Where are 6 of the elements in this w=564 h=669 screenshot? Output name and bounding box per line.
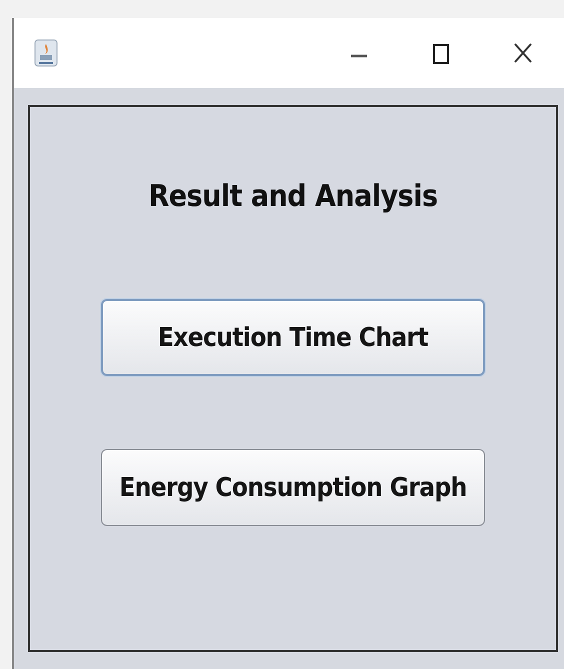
chart-button[interactable]: Execution Time Chart: [101, 299, 485, 376]
maximize-icon[interactable]: [431, 42, 451, 64]
app-icon: [34, 39, 58, 67]
chart-button[interactable]: Energy Consumption Graph: [101, 449, 485, 526]
close-icon[interactable]: [513, 42, 533, 64]
heading: Result and Analysis: [148, 179, 438, 214]
